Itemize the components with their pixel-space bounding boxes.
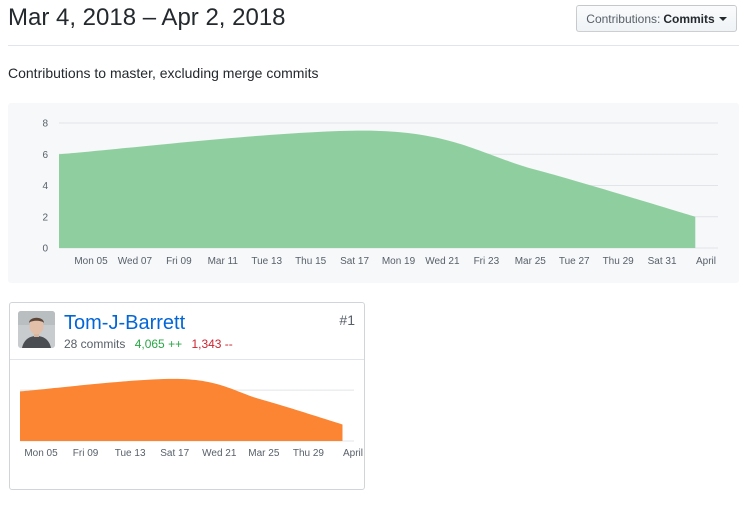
- x-tick-label: Mar 25: [515, 256, 547, 267]
- contributions-chart: 0 2 4 6 8 Mon 05 Wed 07 Fri 09 Mar 11 Tue 13 Thu 1…: [8, 103, 739, 283]
- x-tick-label: Mon 19: [382, 256, 416, 267]
- chart-subtitle: Contributions to master, excluding merge…: [8, 65, 319, 81]
- x-tick-label: Sat 31: [648, 256, 677, 267]
- x-tick-label: Sat 17: [160, 448, 189, 459]
- x-tick-label: Wed 21: [202, 448, 237, 459]
- x-tick-label: Thu 29: [603, 256, 635, 267]
- contributions-select-prefix: Contributions:: [586, 11, 661, 26]
- contributions-chart-svg: 0 2 4 6 8 Mon 05 Wed 07 Fri 09 Mar 11 Tue 13 Thu 1…: [42, 119, 718, 267]
- contributor-card: Tom-J-Barrett 28 commits 4,065 ++ 1,343 …: [9, 302, 365, 490]
- contributions-type-select[interactable]: Contributions: Commits: [576, 5, 737, 32]
- x-tick-label: Wed 21: [425, 256, 460, 267]
- x-tick-label: Tue 13: [251, 256, 282, 267]
- header-divider: [8, 45, 739, 46]
- y-tick-label: 8: [42, 119, 48, 130]
- x-tick-label: April: [696, 256, 716, 267]
- x-tick-label: Mar 25: [248, 448, 280, 459]
- y-tick-label: 0: [42, 244, 48, 255]
- contributions-select-value: Commits: [663, 11, 715, 26]
- x-tick-label: Tue 27: [559, 256, 590, 267]
- x-tick-label: Mon 05: [24, 448, 58, 459]
- x-tick-label: April: [343, 448, 363, 459]
- contributor-area: [20, 378, 343, 441]
- x-tick-label: Mon 05: [74, 256, 108, 267]
- x-tick-label: Tue 13: [115, 448, 146, 459]
- x-tick-label: Fri 09: [73, 448, 99, 459]
- x-tick-label: Fri 09: [166, 256, 192, 267]
- x-tick-label: Mar 11: [208, 256, 239, 267]
- page-title: Mar 4, 2018 – Apr 2, 2018: [8, 4, 286, 31]
- contributor-chart-svg: Mon 05 Fri 09 Tue 13 Sat 17 Wed 21 Mar 25 Thu …: [20, 378, 363, 459]
- x-tick-label: Fri 23: [474, 256, 500, 267]
- x-tick-label: Thu 15: [295, 256, 327, 267]
- y-tick-label: 4: [42, 181, 48, 192]
- y-tick-label: 2: [42, 212, 48, 223]
- caret-down-icon: [718, 16, 727, 21]
- x-tick-label: Wed 07: [118, 256, 153, 267]
- y-tick-label: 6: [42, 150, 48, 161]
- x-tick-label: Sat 17: [340, 256, 369, 267]
- contributions-area: [59, 130, 696, 248]
- x-tick-label: Thu 29: [293, 448, 325, 459]
